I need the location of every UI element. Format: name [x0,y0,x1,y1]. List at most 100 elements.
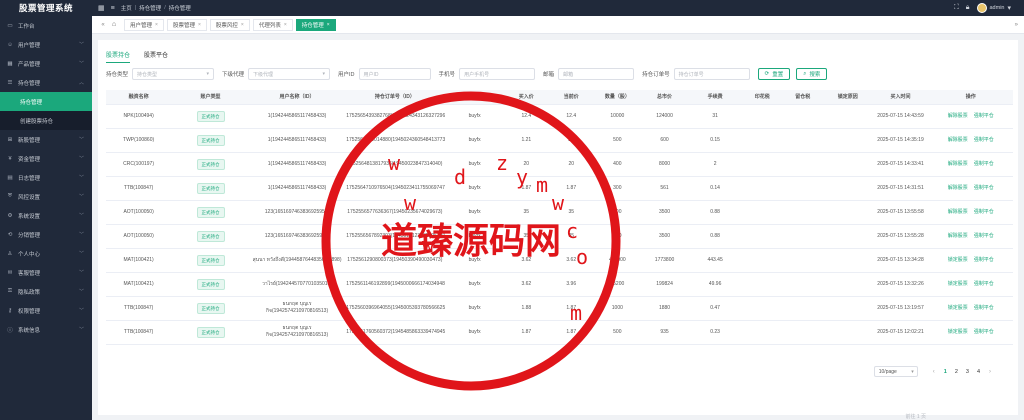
table-cell: 1.87 [548,320,594,345]
sidebar-item-label: 个人中心 [18,251,41,258]
lock-unlock-link[interactable]: 解除股票 [948,185,968,191]
sidebar-item[interactable]: ▦ 产品管理 ﹀ [0,54,92,73]
table-row: MAT(100421) 正式持仓 สุนนา หวังถึงดี(194458764… [106,248,1013,273]
table-cell: 正式持仓 [171,200,250,225]
filter-select[interactable]: 持仓类型 ▾ [132,68,215,80]
sidebar-subitem[interactable]: 创建股票持仓 [0,111,92,130]
page-number[interactable]: 3 [966,369,969,375]
force-close-link[interactable]: 强制平仓 [974,305,994,311]
search-button[interactable]: ⌕ 搜索 [796,68,828,80]
sidebar-item[interactable]: ⟲ 分销管理 ﹀ [0,225,92,244]
force-close-link[interactable]: 强制平仓 [974,113,994,119]
force-close-link[interactable]: 强制平仓 [974,185,994,191]
user-name[interactable]: admin [990,5,1005,11]
status-badge: 正式持仓 [196,278,225,290]
force-close-link[interactable]: 强制平仓 [974,161,994,167]
sidebar-item[interactable]: ⓘ 系统信息 ﹀ [0,320,92,339]
lock-unlock-link[interactable]: 解除股票 [948,209,968,215]
lock-unlock-link[interactable]: 锁定股票 [948,281,968,287]
sidebar-item[interactable]: ♙ 个人中心 ﹀ [0,244,92,263]
page-tab[interactable]: 用户管理 × [124,18,164,31]
lock-unlock-link[interactable]: 解除股票 [948,137,968,143]
sidebar-item[interactable]: ⚿ 隐私政策 ﹀ [0,282,92,301]
lock-unlock-link[interactable]: 锁定股票 [948,257,968,263]
fullscreen-icon[interactable]: ⛶ [954,4,959,12]
page-number[interactable]: 2 [955,369,958,375]
table-cell [822,152,873,177]
sidebar-item[interactable]: ¥ 资金管理 ﹀ [0,149,92,168]
refresh-icon: ⟳ [764,71,770,77]
lock-icon[interactable]: 🔒︎ [966,4,970,12]
page-number[interactable]: 1 [944,369,947,375]
lock-unlock-link[interactable]: 解除股票 [948,233,968,239]
status-badge: 正式持仓 [196,182,225,194]
table-row: TTB(100847) 正式持仓 ธนกฤต บุญเรกิจ(1942574210… [106,320,1013,345]
page-tab[interactable]: 持仓管理 × [295,18,336,31]
status-badge: 正式持仓 [196,206,225,218]
lock-unlock-link[interactable]: 解除股票 [948,113,968,119]
lock-unlock-link[interactable]: 解除股票 [948,161,968,167]
force-close-link[interactable]: 强制平仓 [974,233,994,239]
tabs-right-arrow-icon[interactable]: » [1015,22,1018,28]
table-cell: 正式持仓 [171,320,250,345]
sidebar-subitem[interactable]: 持仓管理 [0,92,92,111]
table-cell: 正式持仓 [171,176,250,201]
close-icon[interactable]: × [284,22,287,28]
subtab[interactable]: 股票平仓 [144,50,168,63]
table-cell: buyfx [445,248,504,273]
lock-unlock-link[interactable]: 锁定股票 [948,305,968,311]
reset-button[interactable]: ⟳ 重置 [757,68,791,80]
breadcrumb-section[interactable]: 持仓管理 [139,4,161,12]
sidebar-item[interactable]: ▤ 日志管理 ﹀ [0,168,92,187]
breadcrumb-home[interactable]: 主页 [121,4,132,12]
page-tab[interactable]: 股票风控 × [209,18,250,31]
home-icon[interactable]: ⌂ [108,21,120,28]
sidebar-item[interactable]: ⊞ 新股管理 ﹀ [0,130,92,149]
sidebar-item[interactable]: ✉ 客服管理 ﹀ [0,263,92,282]
table-cell: 561 [640,176,689,201]
table-cell: 123(1651697463836925953) [249,200,345,225]
collapse-icon[interactable]: ≡ [111,5,115,12]
chevron-down-icon[interactable]: ▾ [1007,4,1011,12]
close-icon[interactable]: × [198,22,201,28]
close-icon[interactable]: × [327,22,330,28]
sidebar-item[interactable]: ⛨ 风控设置 ﹀ [0,187,92,206]
top-header: ▦ ≡ 主页 | 持仓管理 / 持仓管理 ⛶ 🔒︎ admin ▾ [92,0,1024,16]
table-cell: TTB(100847) [106,320,172,345]
lock-unlock-link[interactable]: 锁定股票 [948,329,968,335]
next-page-icon[interactable]: › [989,369,991,375]
close-icon[interactable]: × [155,22,158,28]
filter-input[interactable]: 用户ID [358,68,431,80]
sidebar-item[interactable]: ⚷ 权限管理 ﹀ [0,301,92,320]
page-size-select[interactable]: 10/page ▾ [873,366,918,377]
page-tab[interactable]: 股票管理 × [166,18,207,31]
force-close-link[interactable]: 强制平仓 [974,137,994,143]
page-tab[interactable]: 代理列表 × [252,18,293,31]
prev-page-icon[interactable]: ‹ [933,369,935,375]
force-close-link[interactable]: 强制平仓 [974,329,994,335]
sidebar-item[interactable]: ▭ 工作台 [0,16,92,35]
sidebar-item[interactable]: ⚙ 系统设置 ﹀ [0,206,92,225]
avatar[interactable] [976,3,987,13]
table-cell: 1752556567892303(19450151235386953809) [344,224,446,249]
subtab[interactable]: 股票持仓 [106,50,131,63]
grid-icon[interactable]: ▦ [98,4,105,12]
force-close-link[interactable]: 强制平仓 [974,209,994,215]
sidebar-item-label: 用户管理 [18,42,41,49]
table-cell: ธนกฤต บุญเรกิจ(1942574210970816513) [249,296,345,321]
filter-input[interactable]: 用户手机号 [459,68,536,80]
table-cell: 1752564710976504(19450234117550697473) [344,176,446,201]
table-cell: buyfx [445,152,504,177]
force-close-link[interactable]: 强制平仓 [974,281,994,287]
filter-input[interactable]: 持仓订单号 [673,68,750,80]
filter-select[interactable]: 下级代理 ▾ [248,68,331,80]
sidebar-item[interactable]: ☺ 用户管理 ﹀ [0,35,92,54]
sidebar-item[interactable]: ☰ 持仓管理 ︿ [0,73,92,92]
page-number[interactable]: 4 [977,369,980,375]
filter-input[interactable]: 邮箱 [558,68,635,80]
grid-icon: ▦ [7,60,13,67]
gear-icon: ⚙ [7,212,13,219]
close-icon[interactable]: × [241,22,244,28]
tabs-left-arrow-icon[interactable]: « [98,22,108,28]
force-close-link[interactable]: 强制平仓 [974,257,994,263]
